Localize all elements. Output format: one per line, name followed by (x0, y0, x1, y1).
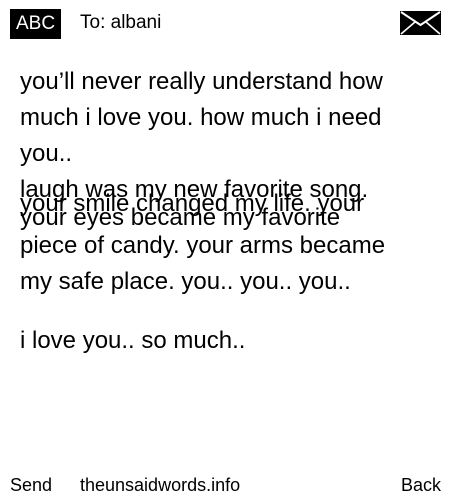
message-line: my safe place. you.. you.. you.. (20, 268, 351, 295)
send-softkey[interactable]: Send (10, 475, 52, 496)
recipient-field[interactable]: To: albani (80, 10, 161, 36)
message-line: piece of candy. your arms became (20, 232, 386, 259)
input-mode-badge[interactable]: ABC (10, 9, 62, 39)
message-paragraph: i love you.. so much.. (20, 323, 440, 359)
message-paragraph: piece of candy. your arms became my safe… (20, 228, 440, 300)
message-line: i love you.. so much.. (20, 327, 246, 354)
site-watermark: theunsaidwords.info (80, 475, 241, 495)
message-line: your eyes became my favorite (20, 204, 341, 231)
message-line: you.. (20, 140, 73, 167)
compose-message-screen: ABC To: albani you’ll never really under… (0, 0, 450, 500)
message-line: you’ll never really understand how (20, 68, 383, 95)
message-line: much i love you. how much i need (20, 104, 382, 131)
overlapping-lines: laugh was my new favorite song. your smi… (20, 172, 440, 231)
message-body[interactable]: you’ll never really understand how much … (20, 64, 440, 359)
envelope-icon (400, 11, 441, 35)
softkey-bar: Send theunsaidwords.info Back (0, 470, 450, 500)
back-softkey[interactable]: Back (401, 475, 441, 496)
message-paragraph: you’ll never really understand how much … (20, 64, 440, 172)
header-bar: ABC To: albani (0, 0, 450, 44)
